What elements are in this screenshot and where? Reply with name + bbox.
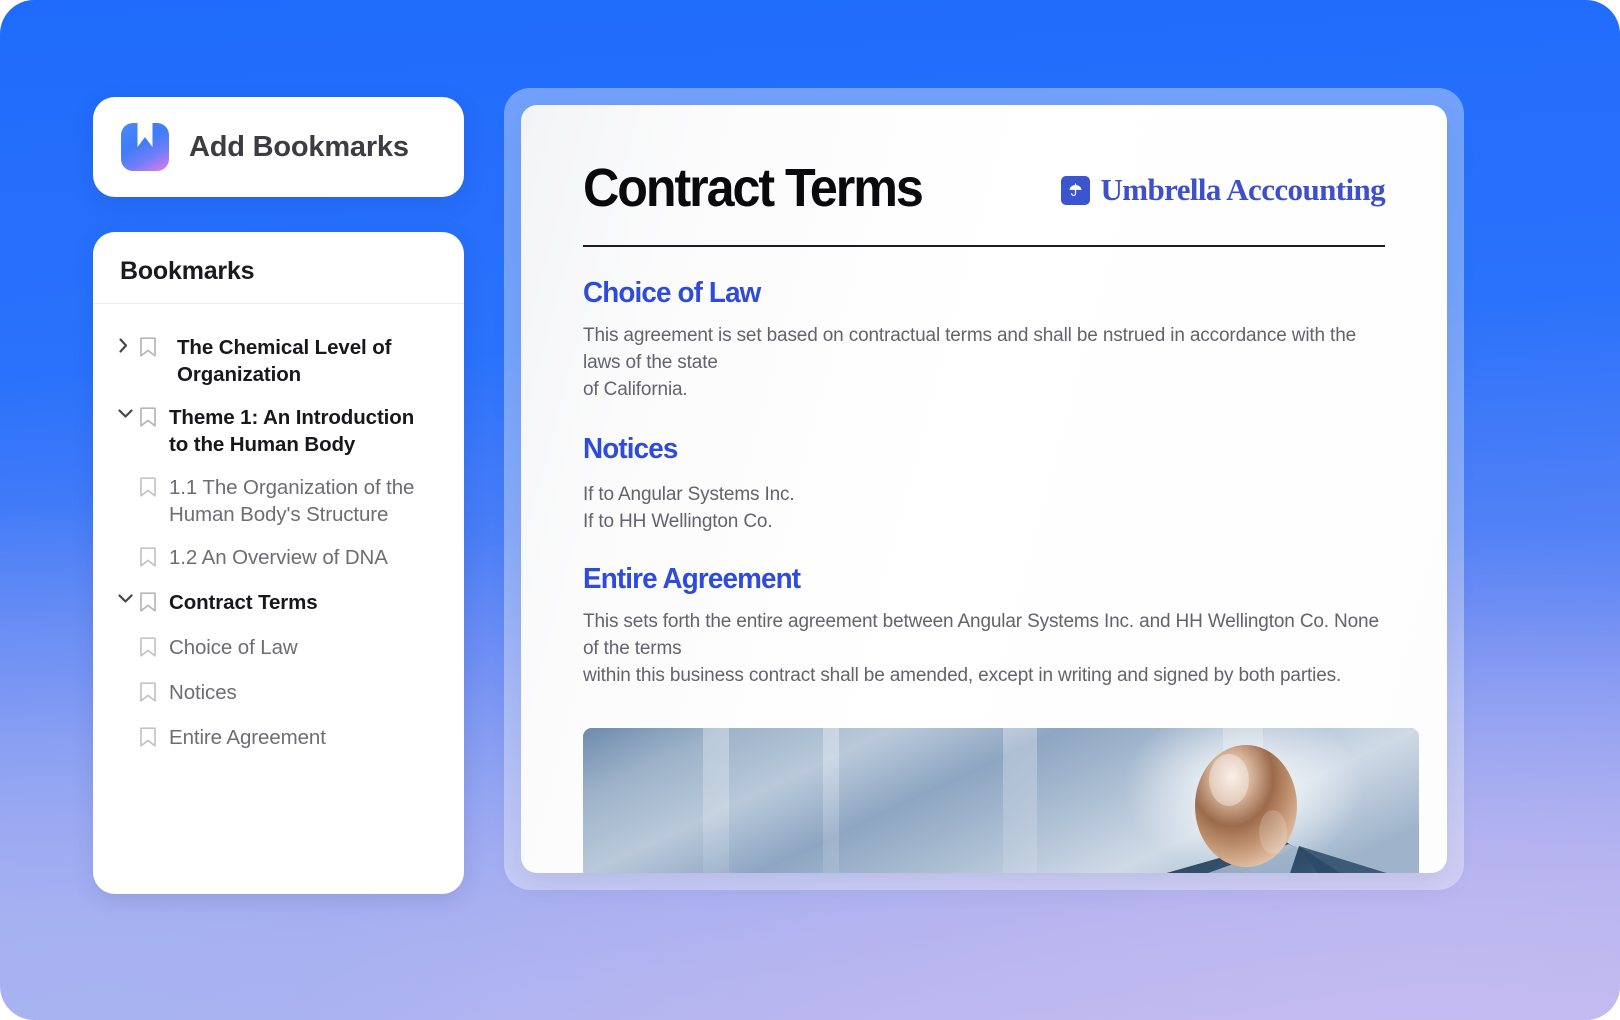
bookmark-item-choice-of-law[interactable]: Choice of Law [93,626,464,671]
bookmark-ribbon-icon [139,334,169,363]
brand-logo: Umbrella Acccounting [1060,172,1386,208]
abstract-sphere-illustration [583,728,1419,873]
page-title: Contract Terms [583,158,924,218]
bookmark-item-label: 1.1 The Organization of the Human Body's… [169,476,415,526]
bookmarks-panel-title: Bookmarks [120,257,255,285]
bookmark-ribbon-icon [139,544,169,573]
bookmarks-list: The Chemical Level of Organization Theme… [93,304,464,761]
sidebar: Add Bookmarks Bookmarks The Chemical Lev… [93,97,464,894]
bookmarks-panel: Bookmarks The Chemical Level of Organiza… [93,232,464,894]
bookmark-app-icon [121,123,169,171]
section-notices: Notices If to Angular Systems Inc. If to… [583,433,1385,535]
umbrella-icon [1060,175,1090,205]
bookmark-item-entire-agreement[interactable]: Entire Agreement [93,716,464,761]
bookmark-ribbon-icon [139,589,169,618]
app-background: Add Bookmarks Bookmarks The Chemical Lev… [0,0,1620,1020]
document-header: Contract Terms Umbrella Acccounting [583,157,1386,219]
chevron-right-icon[interactable] [117,334,139,359]
bookmarks-panel-header: Bookmarks [93,232,464,304]
section-heading: Entire Agreement [583,563,801,595]
bookmark-ribbon-icon [139,724,169,753]
bookmark-ribbon-icon [139,404,169,433]
section-heading: Choice of Law [583,277,761,309]
bookmark-item-label: Contract Terms [169,591,318,614]
document-frame: Contract Terms Umbrella Acccounting Choi… [504,88,1464,890]
bookmark-ribbon-icon [139,679,169,708]
section-entire-agreement: Entire Agreement This sets forth the ent… [583,563,1385,689]
bookmark-ribbon-icon [139,474,169,503]
bookmark-item-label: Choice of Law [169,636,298,659]
brand-name: Umbrella Acccounting [1100,172,1386,207]
section-body-line: This agreement is set based on contractu… [583,325,1357,373]
bookmark-item-notices[interactable]: Notices [93,671,464,716]
chevron-down-icon[interactable] [117,404,139,425]
section-heading: Notices [583,433,678,465]
section-choice-of-law: Choice of Law This agreement is set base… [583,277,1385,403]
chevron-down-icon[interactable] [117,589,139,610]
add-bookmarks-button[interactable]: Add Bookmarks [93,97,464,197]
bookmark-item-1-1[interactable]: 1.1 The Organization of the Human Body's… [93,466,464,536]
document-page: Contract Terms Umbrella Acccounting Choi… [521,105,1447,873]
section-body-line: If to HH Wellington Co. [583,511,773,532]
title-divider [583,245,1385,247]
bookmark-item-label: Notices [169,681,237,704]
section-body: This sets forth the entire agreement bet… [583,608,1385,689]
bookmark-item-label: Theme 1: An Introduction to the Human Bo… [169,406,415,456]
bookmark-item-chemical-level[interactable]: The Chemical Level of Organization [93,326,464,396]
section-body-line: within this business contract shall be a… [583,665,1342,686]
section-body: If to Angular Systems Inc. If to HH Well… [583,481,1385,535]
section-body-line: of California. [583,379,688,400]
bookmark-item-contract-terms[interactable]: Contract Terms [93,581,464,626]
bookmark-item-label: 1.2 An Overview of DNA [169,546,388,569]
add-bookmarks-label: Add Bookmarks [189,130,409,163]
section-body-line: If to Angular Systems Inc. [583,484,795,505]
bookmark-item-theme-1[interactable]: Theme 1: An Introduction to the Human Bo… [93,396,464,466]
bookmark-ribbon-icon [139,634,169,663]
bookmark-item-label: Entire Agreement [169,726,326,749]
section-body: This agreement is set based on contractu… [583,322,1385,403]
section-body-line: This sets forth the entire agreement bet… [583,611,1379,659]
bookmark-item-label: The Chemical Level of Organization [177,336,392,386]
bookmark-item-1-2[interactable]: 1.2 An Overview of DNA [93,536,464,581]
